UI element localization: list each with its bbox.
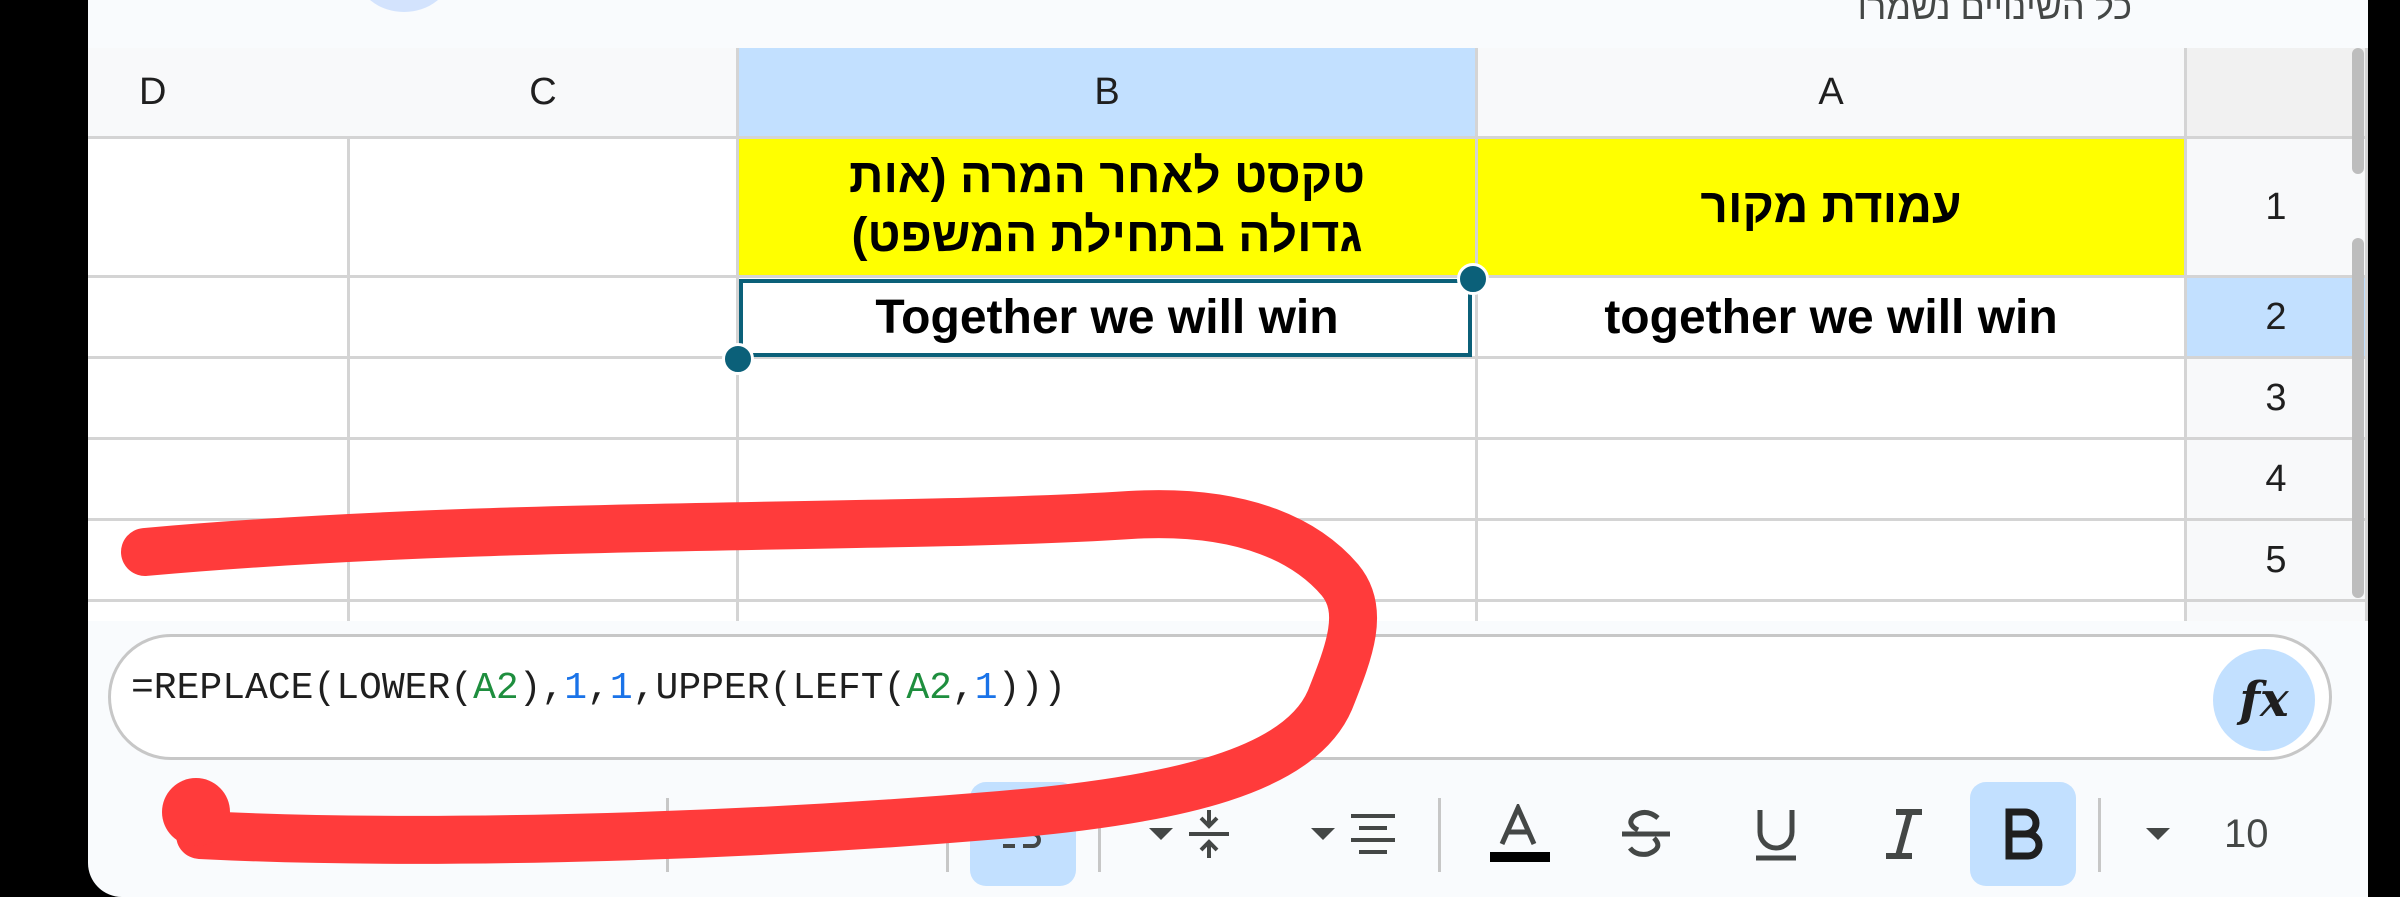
cell-a1[interactable]: עמודת מקור (1478, 139, 2187, 278)
formula-part: ))) (997, 667, 1067, 710)
cell-a2[interactable]: together we will win (1478, 278, 2187, 359)
toolbar-divider (666, 798, 669, 872)
row-header-6[interactable] (2187, 602, 2368, 621)
row-header-3[interactable]: 3 (2187, 359, 2368, 440)
column-header-c[interactable]: C (350, 48, 739, 139)
column-label: A (1818, 70, 1844, 113)
cell-b3[interactable] (739, 359, 1478, 440)
cell-d4[interactable] (88, 440, 350, 521)
formula-cell-ref: A2 (473, 667, 519, 710)
row-header-1[interactable]: 1 (2187, 139, 2368, 278)
sheets-app: כל השינויים נשמרו D C B A טקסט לאחר המרה… (88, 0, 2368, 897)
cell-b6[interactable] (739, 602, 1478, 621)
fx-button[interactable]: fx (2213, 649, 2315, 751)
cell-d3[interactable] (88, 359, 350, 440)
formula-number: 1 (564, 667, 588, 710)
cell-a2-text: together we will win (1604, 290, 2058, 344)
cell-b1[interactable]: טקסט לאחר המרה (אות גדולה בתחילת המשפט) (739, 139, 1478, 278)
cell-b2[interactable]: Together we will win (739, 278, 1478, 359)
cell-a6[interactable] (1478, 602, 2187, 621)
bold-icon[interactable] (1970, 782, 2076, 886)
borders-icon[interactable] (208, 782, 288, 886)
cell-d6[interactable] (88, 602, 350, 621)
vertical-align-icon[interactable] (1138, 782, 1248, 886)
column-label: B (1094, 70, 1120, 113)
font-size-value[interactable]: 10 (2224, 812, 2269, 857)
formula-part: ), (518, 667, 565, 710)
vertical-scrollbar-top[interactable] (2352, 48, 2364, 174)
saved-status-text: כל השינויים נשמרו (1857, 0, 2132, 27)
wrap-text-icon[interactable] (970, 782, 1076, 886)
row-label: 1 (2265, 185, 2287, 228)
formula-cell-ref: A2 (906, 667, 952, 710)
formula-number: 1 (609, 667, 633, 710)
cell-c6[interactable] (350, 602, 739, 621)
cell-c2[interactable] (350, 278, 739, 359)
column-label: D (139, 70, 167, 113)
top-bar: כל השינויים נשמרו (88, 0, 2368, 48)
formula-part: =REPLACE(LOWER( (131, 667, 474, 710)
column-label: C (529, 70, 557, 113)
selection-handle-bottom-left[interactable] (722, 343, 754, 375)
cell-a4[interactable] (1478, 440, 2187, 521)
italic-icon[interactable] (1856, 782, 1952, 886)
cell-c5[interactable] (350, 521, 739, 602)
formula-text[interactable]: =REPLACE(LOWER(A2),1,1,UPPER(LEFT(A2,1))… (131, 667, 1066, 710)
formula-number: 1 (974, 667, 998, 710)
row-label: 4 (2265, 457, 2287, 500)
toolbar-divider (946, 798, 949, 872)
cell-d5[interactable] (88, 521, 350, 602)
select-all-corner[interactable] (2187, 48, 2368, 139)
cell-b4[interactable] (739, 440, 1478, 521)
cell-a1-text: עמודת מקור (1700, 179, 1962, 233)
formula-part: ,UPPER(LEFT( (632, 667, 907, 710)
formula-bar[interactable]: =REPLACE(LOWER(A2),1,1,UPPER(LEFT(A2,1))… (108, 634, 2332, 760)
text-color-icon[interactable] (1472, 782, 1568, 886)
strikethrough-icon[interactable] (1598, 782, 1694, 886)
vertical-scrollbar[interactable] (2352, 238, 2364, 598)
fill-color-icon[interactable] (348, 782, 428, 886)
fx-icon: fx (2239, 672, 2289, 728)
merge-cells-icon[interactable] (708, 782, 788, 886)
cell-a5[interactable] (1478, 521, 2187, 602)
horizontal-align-icon[interactable] (1300, 782, 1410, 886)
selection-handle-top-right[interactable] (1457, 263, 1489, 295)
format-toolbar: 10 (88, 760, 2368, 897)
cell-d1[interactable] (88, 139, 350, 278)
cell-b2-text: Together we will win (875, 290, 1339, 344)
row-label: 3 (2265, 376, 2287, 419)
toolbar-divider (1438, 798, 1441, 872)
row-header-4[interactable]: 4 (2187, 440, 2368, 521)
cell-b5[interactable] (739, 521, 1478, 602)
cell-c4[interactable] (350, 440, 739, 521)
font-size-dropdown-icon[interactable] (2128, 782, 2188, 886)
row-header-2[interactable]: 2 (2187, 278, 2368, 359)
cell-c1[interactable] (350, 139, 739, 278)
toolbar-divider (2098, 798, 2101, 872)
cell-a3[interactable] (1478, 359, 2187, 440)
formula-part: , (587, 667, 610, 710)
underline-icon[interactable] (1728, 782, 1824, 886)
column-header-b[interactable]: B (739, 48, 1478, 139)
cell-d2[interactable] (88, 278, 350, 359)
row-header-5[interactable]: 5 (2187, 521, 2368, 602)
formula-part: , (951, 667, 975, 710)
cell-c3[interactable] (350, 359, 739, 440)
avatar[interactable] (358, 0, 450, 12)
toolbar-divider (1098, 798, 1101, 872)
column-header-a[interactable]: A (1478, 48, 2187, 139)
row-label: 5 (2265, 538, 2287, 581)
row-label: 2 (2265, 295, 2287, 338)
cell-b1-text: טקסט לאחר המרה (אות גדולה בתחילת המשפט) (848, 150, 1366, 262)
spreadsheet-grid: D C B A טקסט לאחר המרה (אות גדולה בתחילת… (88, 48, 2368, 621)
